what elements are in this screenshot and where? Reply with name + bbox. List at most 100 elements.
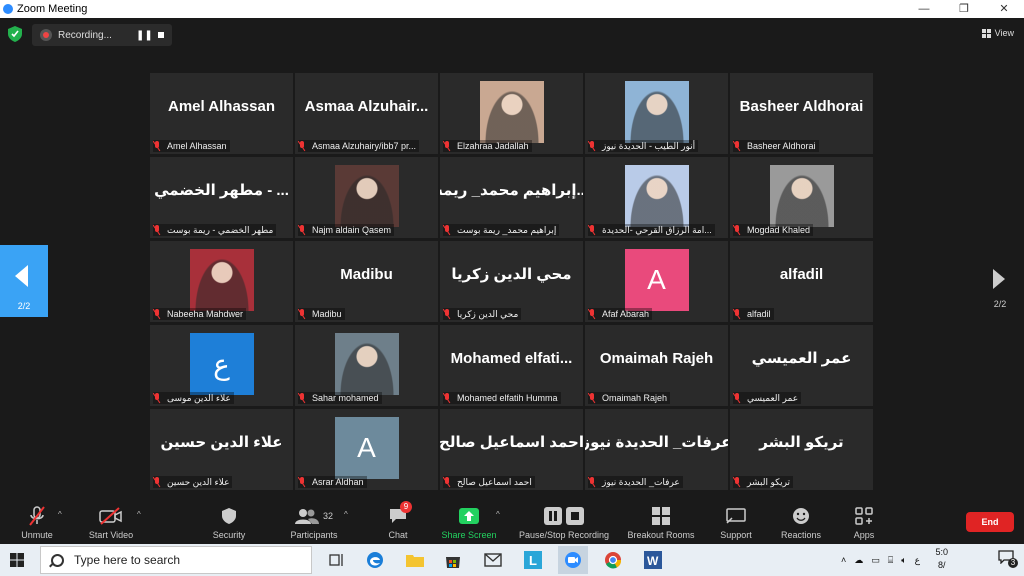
taskbar-search-box[interactable]: Type here to search [40,546,312,574]
store-icon[interactable] [440,548,466,572]
windows-start-icon[interactable] [10,553,24,567]
stop-recording-icon[interactable] [158,32,164,38]
share-options-caret-icon[interactable]: ^ [496,510,500,519]
participant-tile[interactable]: Nabeeha Mahdwer [150,241,293,322]
participant-display-name: Omaimah Rajeh [599,349,714,367]
participant-tile[interactable]: احمد اسماعيل صالح احمد اسماعيل صالح [440,409,583,490]
mail-icon[interactable] [480,548,506,572]
participant-tile[interactable]: Mogdad Khaled [730,157,873,238]
muted-mic-icon [443,393,451,403]
support-button[interactable]: Support [714,496,758,544]
participant-display-name: احمد اسماعيل صالح [440,434,583,451]
minimize-button[interactable]: — [904,0,944,18]
participant-tile[interactable]: أنور الطيب - الحديدة نيوز [585,73,728,154]
participant-display-name: Amel Alhassan [168,97,275,115]
zoom-taskbar-icon[interactable] [558,546,588,574]
participant-tile[interactable]: Sahar mohamed [295,325,438,406]
participant-photo [334,333,399,395]
participant-tile[interactable]: مطهر الخضمي - ... مطهر الخضمي - ريمة بوست [150,157,293,238]
participant-name-label: Asrar Aldhan [298,476,367,488]
reactions-button[interactable]: Reactions [776,496,826,544]
participant-name-label: Omaimah Rajeh [588,392,671,404]
participant-tile[interactable]: Madibu Madibu [295,241,438,322]
participant-name-label: Elzahraa Jadallah [443,140,532,152]
participant-name-label: امة الرزاق القرحي -الحديدة... [588,224,715,236]
muted-mic-icon [733,225,741,235]
muted-mic-icon [443,477,451,487]
video-options-caret-icon[interactable]: ^ [137,510,141,519]
zoom-logo-icon [3,4,13,14]
participant-tile[interactable]: Amel Alhassan Amel Alhassan [150,73,293,154]
participant-tile[interactable]: عرفات_ الحديدة نيوز عرفات_ الحديدة نيوز [585,409,728,490]
encryption-shield-icon[interactable] [8,26,22,42]
next-page-button[interactable]: 2/2 [976,265,1024,315]
participant-name-label: Nabeeha Mahdwer [153,308,247,320]
participant-photo [189,249,254,311]
participant-tile[interactable]: alfadil alfadil [730,241,873,322]
breakout-rooms-icon [652,504,670,528]
breakout-rooms-button[interactable]: Breakout Rooms [622,496,700,544]
battery-icon[interactable]: ▭ [871,555,880,566]
apps-button[interactable]: Apps [846,496,882,544]
participant-tile[interactable]: محي الدين زكريا محي الدين زكريا [440,241,583,322]
participants-button[interactable]: 32 Participants [284,496,344,544]
participant-tile[interactable]: Asmaa Alzuhair... Asmaa Alzuhairy/ibb7 pr… [295,73,438,154]
unmute-label: Unmute [21,530,53,540]
participant-tile[interactable]: امة الرزاق القرحي -الحديدة... [585,157,728,238]
participant-tile[interactable]: علاء الدين حسين علاء الدين حسين [150,409,293,490]
muted-mic-icon [588,393,596,403]
unmute-button[interactable]: Unmute [14,496,60,544]
participant-tile[interactable]: Omaimah Rajeh Omaimah Rajeh [585,325,728,406]
file-explorer-icon[interactable] [402,548,428,572]
previous-page-button[interactable]: 2/2 [0,245,48,317]
participant-tile[interactable]: تريكو البشر تريكو البشر [730,409,873,490]
share-screen-button[interactable]: Share Screen [438,496,500,544]
pause-recording-icon[interactable]: ❚❚ [136,30,153,41]
taskbar-clock[interactable]: 5:0 8/ [935,546,948,572]
participant-tile[interactable]: ع علاء الدين موسى [150,325,293,406]
task-view-icon[interactable] [324,548,350,572]
muted-mic-icon [298,477,306,487]
participants-caret-icon[interactable]: ^ [344,510,348,519]
participant-tile[interactable]: إبراهيم محمد_ ريمة... إبراهيم محمد_ ريمة … [440,157,583,238]
word-icon[interactable]: W [640,548,666,572]
participant-name-text: تريكو البشر [747,476,791,487]
volume-icon[interactable]: 🔈︎ [901,555,906,566]
participant-tile[interactable]: A Afaf Abarah [585,241,728,322]
participant-name-label: Basheer Aldhorai [733,140,819,152]
gallery-view: Amel Alhassan Amel Alhassan Asmaa Alzuhair… [150,73,874,490]
edge-browser-icon[interactable] [362,548,388,572]
input-language-indicator[interactable]: ع [915,555,920,566]
participant-display-name: محي الدين زكريا [451,266,572,283]
audio-options-caret-icon[interactable]: ^ [58,510,62,519]
end-meeting-button[interactable]: End [966,512,1014,532]
action-center-button[interactable]: 3 [998,550,1018,568]
lync-app-icon[interactable]: L [520,548,546,572]
network-icon[interactable]: ⌸ [888,555,893,566]
participant-tile[interactable]: Basheer Aldhorai Basheer Aldhorai [730,73,873,154]
tray-chevron-icon[interactable]: ˄ [841,555,846,565]
chat-button[interactable]: 9 Chat [380,496,416,544]
start-video-label: Start Video [88,530,134,540]
participant-tile[interactable]: Najm aldain Qasem [295,157,438,238]
muted-mic-icon [153,141,161,151]
participant-tile[interactable]: عمر العميسي عمر العميسي [730,325,873,406]
participant-tile[interactable]: A Asrar Aldhan [295,409,438,490]
maximize-button[interactable]: ❐ [944,0,984,18]
start-video-button[interactable]: Start Video [84,496,138,544]
participant-display-name: عمر العميسي [751,350,852,367]
system-tray: ˄ ☁ ▭ ⌸ 🔈︎ ع [837,544,924,576]
participant-avatar: A [624,249,689,311]
participant-tile[interactable]: Mohamed elfati... Mohamed elfatih Humma [440,325,583,406]
view-button[interactable]: View [981,28,1014,38]
security-button[interactable]: Security [206,496,252,544]
muted-mic-icon [733,393,741,403]
close-button[interactable]: ✕ [984,0,1024,18]
participant-tile[interactable]: Elzahraa Jadallah [440,73,583,154]
pause-stop-recording-button[interactable]: Pause/Stop Recording [514,496,614,544]
onedrive-cloud-icon[interactable]: ☁ [854,555,863,566]
chrome-icon[interactable] [600,548,626,572]
svg-text:W: W [647,554,659,568]
muted-mic-icon [588,225,596,235]
chat-label: Chat [388,530,408,540]
